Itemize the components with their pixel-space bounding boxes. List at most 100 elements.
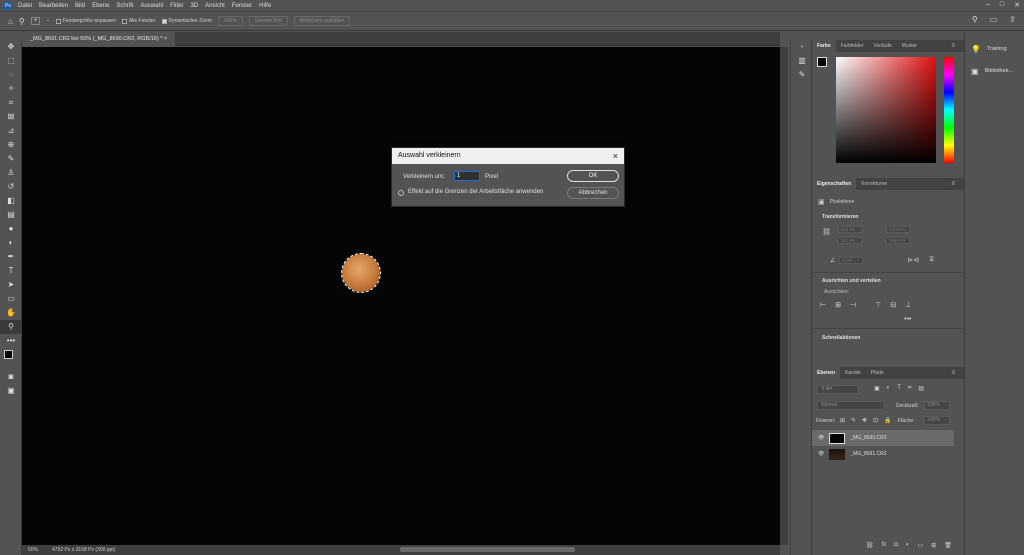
lock-all-icon[interactable]: 🔒 (884, 417, 891, 424)
adjustment-icon[interactable]: ◐ (906, 542, 910, 549)
color-swatches-icon[interactable] (0, 348, 22, 370)
transform-title[interactable]: Transformieren (822, 214, 858, 220)
menu-fenster[interactable]: Fenster (232, 3, 252, 9)
zoom-tool-side-icon[interactable]: ⚲ (0, 320, 22, 334)
more-options-icon[interactable]: ••• (904, 316, 911, 323)
flip-h-icon[interactable]: ⊳⊲ (907, 256, 919, 264)
eye-icon[interactable]: 👁 (818, 435, 824, 441)
ok-button[interactable]: OK (567, 170, 619, 182)
opacity-field[interactable]: 100% (924, 401, 950, 410)
menu-datei[interactable]: Datei (18, 3, 32, 9)
tab-farbfelder[interactable]: Farbfelder (836, 40, 869, 52)
panel-menu-icon[interactable]: ≡ (946, 367, 960, 379)
tab-farbe[interactable]: Farbe (812, 40, 836, 52)
zoom-level[interactable]: 50% (28, 547, 38, 553)
menu-ebene[interactable]: Ebene (92, 3, 109, 9)
layer-filter-input[interactable]: ⚲ Art (817, 385, 859, 394)
adjust-panel-icon[interactable]: ✎ (791, 68, 813, 82)
healing-brush-icon[interactable]: ⊕ (0, 138, 22, 152)
home-icon[interactable]: ⌂ (8, 17, 13, 26)
type-tool-icon[interactable]: T (0, 264, 22, 278)
hand-tool-icon[interactable]: ✋ (0, 306, 22, 320)
lock-transparent-icon[interactable]: ⊞ (840, 417, 845, 424)
horizontal-scrollbar[interactable] (400, 547, 575, 552)
fx-icon[interactable]: fx (882, 542, 887, 549)
apply-edges-checkbox[interactable] (398, 190, 404, 196)
width-field[interactable]: 224 Px (838, 226, 862, 233)
filter-smart-icon[interactable]: ▤ (918, 385, 924, 392)
layer-row[interactable]: 👁 _MG_8691.CR2 (812, 446, 954, 462)
align-vcenter-icon[interactable]: ⊟ (890, 301, 896, 309)
filter-pixel-icon[interactable]: ▣ (874, 385, 880, 392)
align-top-icon[interactable]: ⊤ (875, 301, 881, 309)
tab-pfade[interactable]: Pfade (866, 367, 889, 379)
tab-kanaele[interactable]: Kanäle (840, 367, 866, 379)
group-icon[interactable]: ▭ (918, 542, 924, 549)
layer-row[interactable]: 👁 _MG_8690.CR2 (812, 430, 954, 446)
y-field[interactable]: 1584 Px (886, 237, 910, 244)
panel-menu-icon[interactable]: ≡ (946, 40, 960, 52)
all-windows-checkbox[interactable]: Alle Fenster (121, 18, 156, 24)
eye-icon[interactable]: 👁 (818, 451, 824, 457)
delete-layer-icon[interactable]: 🗑 (944, 542, 952, 549)
lock-pixels-icon[interactable]: ✎ (851, 417, 856, 424)
magic-wand-icon[interactable]: ✧ (0, 82, 22, 96)
fit-window-checkbox[interactable]: Fenstergröße anpassen (55, 18, 116, 24)
flip-v-icon[interactable]: ⧖ (929, 256, 934, 264)
color-picker-field[interactable] (836, 57, 936, 163)
zoom-tool-icon[interactable]: ⚲ (19, 17, 25, 26)
close-window-icon[interactable]: ✕ (1014, 1, 1020, 9)
vertical-scrollbar[interactable] (780, 47, 788, 545)
document-tab[interactable]: _MG_8691.CR2 bei 50% (_MG_8690.CR2, RGB/… (22, 32, 176, 46)
height-field[interactable]: 157 Px (838, 237, 862, 244)
shape-tool-icon[interactable]: ▭ (0, 292, 22, 306)
tab-muster[interactable]: Muster (897, 40, 922, 52)
menu-filter[interactable]: Filter (170, 3, 183, 9)
cancel-button[interactable]: Abbrechen (567, 187, 619, 199)
blend-mode-select[interactable]: Normal (817, 401, 885, 410)
dodge-tool-icon[interactable]: ◐ (0, 236, 22, 250)
path-select-icon[interactable]: ➤ (0, 278, 22, 292)
align-right-icon[interactable]: ⊣ (850, 301, 856, 309)
brush-tool-icon[interactable]: ✎ (0, 152, 22, 166)
layer-name[interactable]: _MG_8690.CR2 (850, 435, 886, 441)
zoom-in-icon[interactable]: + (30, 17, 41, 25)
menu-3d[interactable]: 3D (190, 3, 198, 9)
more-tools-icon[interactable]: ••• (0, 334, 22, 348)
history-panel-icon[interactable]: ▥ (791, 54, 813, 68)
workspace-icon[interactable]: ▭ (990, 15, 998, 24)
training-item[interactable]: 💡 Training (965, 38, 1024, 60)
filter-type-icon[interactable]: T (897, 385, 901, 392)
fill-screen-button[interactable]: Bildschirm ausfüllen (293, 16, 351, 26)
eyedropper-icon[interactable]: ⊿ (0, 124, 22, 138)
dynamic-zoom-checkbox[interactable]: Dynamischer Zoom (161, 18, 212, 24)
filter-adjust-icon[interactable]: ◐ (887, 385, 891, 392)
align-bottom-icon[interactable]: ⊥ (905, 301, 911, 309)
link-icon[interactable]: ⛓ (822, 228, 831, 236)
new-layer-icon[interactable]: ⊞ (931, 542, 936, 549)
whole-image-button[interactable]: Ganzes Bild (248, 16, 288, 26)
close-icon[interactable]: × (613, 148, 618, 164)
menu-bearbeiten[interactable]: Bearbeiten (39, 3, 68, 9)
zoom-100-button[interactable]: 100% (217, 16, 243, 26)
foreground-color[interactable] (817, 57, 827, 67)
history-brush-icon[interactable]: ↺ (0, 180, 22, 194)
blur-tool-icon[interactable]: ● (0, 222, 22, 236)
zoom-out-icon[interactable]: − (46, 18, 50, 24)
marquee-tool-icon[interactable]: ⬚ (0, 54, 22, 68)
screen-mode-icon[interactable]: ▣ (0, 384, 22, 398)
dialog-titlebar[interactable]: Auswahl verkleinern × (392, 148, 624, 164)
menu-schrift[interactable]: Schrift (116, 3, 133, 9)
tab-verlaeufe[interactable]: Verläufe (868, 40, 896, 52)
lock-position-icon[interactable]: ✥ (862, 417, 867, 424)
link-layers-icon[interactable]: ⛓ (866, 542, 874, 549)
frame-tool-icon[interactable]: ⊠ (0, 110, 22, 124)
shrink-input[interactable]: 1 (454, 171, 480, 181)
image-canvas[interactable] (22, 47, 780, 545)
lasso-tool-icon[interactable]: ◌ (0, 68, 22, 82)
gradient-tool-icon[interactable]: ▤ (0, 208, 22, 222)
x-field[interactable]: 2376 Px (886, 226, 910, 233)
search-icon[interactable]: ⚲ (972, 15, 978, 24)
layer-name[interactable]: _MG_8691.CR2 (850, 451, 886, 457)
quick-actions-title[interactable]: Schnellaktionen (822, 335, 860, 341)
